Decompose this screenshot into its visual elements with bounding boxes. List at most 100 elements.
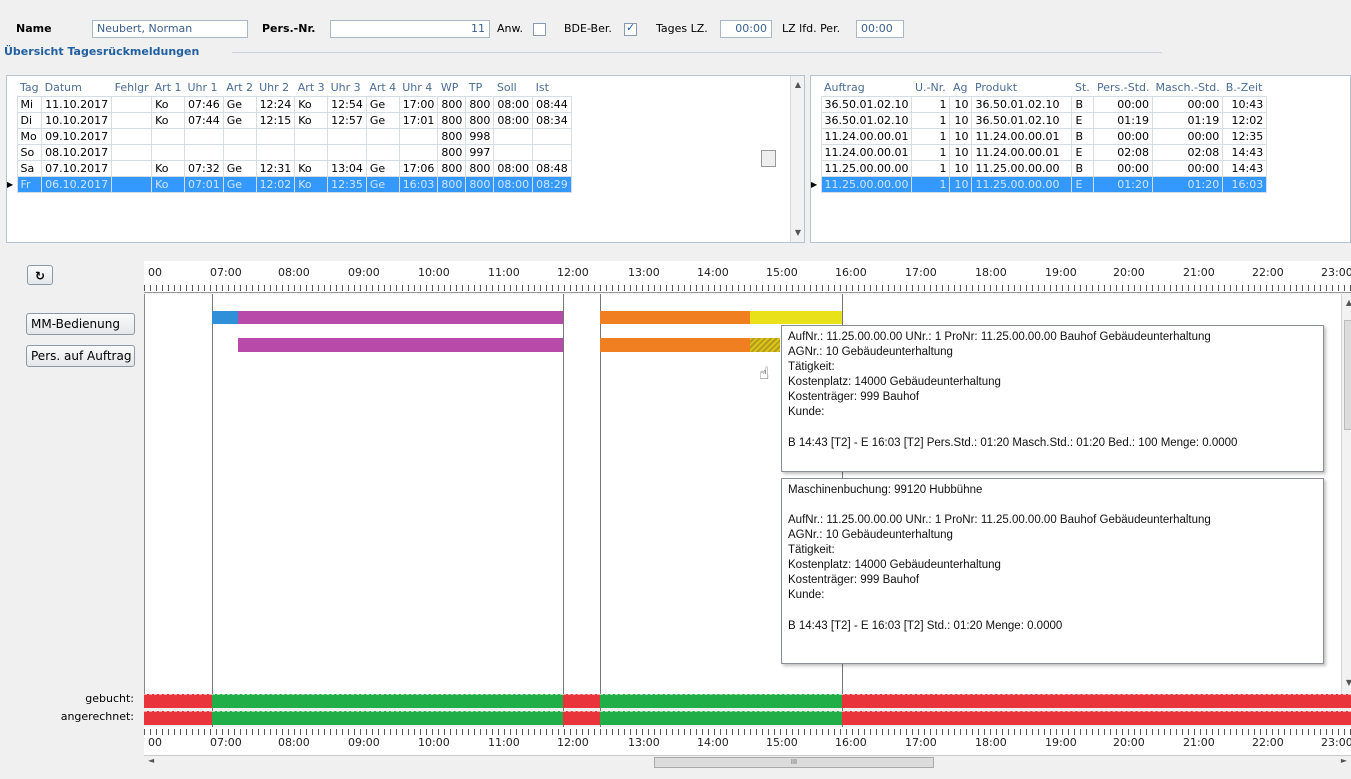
orders-header-7[interactable]: B.-Zeit: [1222, 80, 1267, 96]
days-header-2[interactable]: Fehlgr: [111, 80, 152, 96]
top-hour-label: 00: [148, 266, 162, 279]
anw-checkbox[interactable]: [533, 23, 546, 36]
orders-cell: E: [1071, 111, 1095, 129]
scroll-right-icon[interactable]: ►: [1341, 756, 1347, 765]
days-row[interactable]: Mi 11.10.2017 Ko 07:46 Ge 12:24 Ko 12:54 Ge 17:00…: [7, 95, 572, 113]
days-cell: 12:24: [255, 95, 296, 113]
orders-row[interactable]: 36.50.01.02.10 1 10 36.50.01.02.10 E 01:19 01:…: [811, 111, 1268, 129]
gantt-bar-mm-purple[interactable]: [238, 311, 563, 324]
orders-header-1[interactable]: U.-Nr.: [911, 80, 950, 96]
pers-auf-auftrag-button[interactable]: Pers. auf Auftrag: [26, 345, 135, 367]
days-table: Tag Datum Fehlgr Art 1 Uhr 1 Art 2 Uhr 2 Art 3U…: [7, 80, 572, 193]
days-cell: [111, 143, 153, 161]
angerechnet-segment: [563, 711, 600, 725]
orders-row[interactable]: 11.25.00.00.00 1 10 11.25.00.00.00 B 00:00 00:…: [811, 159, 1268, 177]
gantt-bar-pers-purple[interactable]: [238, 338, 563, 352]
refresh-button[interactable]: ↻: [27, 265, 53, 285]
days-header-11[interactable]: WP: [437, 80, 466, 96]
orders-cell: 00:00: [1151, 127, 1224, 145]
gantt-scroll-down-icon[interactable]: ▼: [1342, 676, 1351, 690]
days-cell: Ge: [365, 159, 400, 177]
days-header-0[interactable]: Tag: [17, 80, 42, 96]
hscroll-thumb[interactable]: III: [654, 757, 934, 768]
scroll-down-icon[interactable]: ▼: [791, 226, 805, 240]
tooltip1-line-3: Kostenplatz: 14000 Gebäudeunterhaltung: [788, 376, 1001, 388]
orders-header-6[interactable]: Masch.-Std.: [1152, 80, 1223, 96]
days-row[interactable]: Di 10.10.2017 Ko 07:44 Ge 12:15 Ko 12:57 Ge 17:01…: [7, 111, 572, 129]
refresh-icon: ↻: [34, 269, 46, 283]
tooltip2-line-2: Tätigkeit:: [788, 544, 835, 556]
orders-cell: 11.25.00.00.00: [820, 175, 913, 193]
bde-checkbox[interactable]: [624, 21, 637, 36]
tooltip2-line-3: Kostenplatz: 14000 Gebäudeunterhaltung: [788, 559, 1001, 571]
days-scrollbar[interactable]: ▲ ▼: [761, 76, 805, 242]
days-header-10[interactable]: Uhr 4: [399, 80, 438, 96]
bottom-hour-label: 13:00: [628, 736, 660, 749]
days-row[interactable]: So 08.10.2017 800 997: [7, 143, 572, 161]
days-header-8[interactable]: Uhr 3: [327, 80, 367, 96]
gantt-vscrollbar[interactable]: ▲ ▼: [1341, 294, 1351, 694]
days-header-3[interactable]: Art 1: [151, 80, 185, 96]
orders-header-2[interactable]: Ag: [949, 80, 972, 96]
days-cell: 997: [465, 143, 495, 161]
mm-bedienung-button[interactable]: MM-Bedienung: [26, 313, 135, 335]
orders-row[interactable]: 11.24.00.00.01 1 10 11.24.00.00.01 E 02:08 02:…: [811, 143, 1268, 161]
days-header-7[interactable]: Art 3: [294, 80, 328, 96]
days-cell: [493, 143, 534, 161]
orders-cell: 01:20: [1151, 175, 1224, 193]
tageslz-field[interactable]: 00:00: [720, 20, 772, 38]
gantt-scroll-up-icon[interactable]: ▲: [1342, 296, 1351, 310]
gantt-vscroll-thumb[interactable]: [1344, 320, 1351, 430]
row-indicator: [811, 96, 821, 112]
scroll-left-icon[interactable]: ◄: [148, 756, 154, 765]
name-field[interactable]: Neubert, Norman: [92, 20, 248, 38]
days-header-5[interactable]: Art 2: [223, 80, 257, 96]
tooltip2-line-1: AGNr.: 10 Gebäudeunterhaltung: [788, 529, 953, 541]
lzlfd-field[interactable]: 00:00: [856, 20, 904, 38]
days-cell: Ko: [294, 159, 329, 177]
gantt-bar-pers-orange[interactable]: [600, 338, 750, 352]
days-cell: 07:32: [184, 159, 224, 177]
days-header-13[interactable]: Soll: [493, 80, 533, 96]
persnr-label: Pers.-Nr.: [262, 22, 316, 35]
gebucht-segment: [144, 694, 212, 708]
days-row[interactable]: Mo 09.10.2017 800 998: [7, 127, 572, 145]
days-header-14[interactable]: Ist: [532, 80, 572, 96]
tooltip1-line-1: AGNr.: 10 Gebäudeunterhaltung: [788, 346, 953, 358]
days-header-6[interactable]: Uhr 2: [256, 80, 295, 96]
bottom-hour-label: 18:00: [975, 736, 1007, 749]
days-header-9[interactable]: Art 4: [366, 80, 400, 96]
top-hour-label: 10:00: [418, 266, 450, 279]
gantt-bar-pers-hatched[interactable]: [750, 338, 780, 352]
days-cell: [222, 127, 257, 145]
orders-cell: 36.50.01.02.10: [820, 111, 913, 129]
days-row[interactable]: ▶ Fr 06.10.2017 Ko 07:01 Ge 12:02 Ko 12:35 Ge 16:0…: [7, 175, 572, 193]
top-hour-label: 16:00: [835, 266, 867, 279]
days-header-1[interactable]: Datum: [41, 80, 112, 96]
days-cell: 10.10.2017: [41, 111, 113, 129]
days-cell: [294, 143, 329, 161]
tooltip1-line-2: Tätigkeit:: [788, 361, 835, 373]
splitter-handle[interactable]: [761, 150, 776, 167]
orders-header-0[interactable]: Auftrag: [821, 80, 912, 96]
gantt-bar-mm-blue[interactable]: [212, 311, 238, 324]
orders-row[interactable]: 36.50.01.02.10 1 10 36.50.01.02.10 B 00:00 00:…: [811, 95, 1268, 113]
orders-header-4[interactable]: St.: [1071, 80, 1094, 96]
days-header-4[interactable]: Uhr 1: [184, 80, 224, 96]
days-cell: 17:00: [398, 95, 439, 113]
bottom-hour-label: 12:00: [557, 736, 589, 749]
days-row[interactable]: Sa 07.10.2017 Ko 07:32 Ge 12:31 Ko 13:04 Ge 17:06…: [7, 159, 572, 177]
orders-cell: 11.24.00.00.01: [820, 143, 913, 161]
orders-row[interactable]: ▶ 11.25.00.00.00 1 10 11.25.00.00.00 E 01:20 01…: [811, 175, 1268, 193]
persnr-field[interactable]: 11: [330, 20, 490, 38]
gantt-hscrollbar[interactable]: ◄ III ►: [144, 755, 1351, 769]
gantt-bar-mm-orange[interactable]: [600, 311, 750, 324]
orders-header-3[interactable]: Produkt: [971, 80, 1072, 96]
bottom-hour-label: 16:00: [835, 736, 867, 749]
gantt-bar-mm-yellow[interactable]: [750, 311, 842, 324]
scroll-up-icon[interactable]: ▲: [791, 78, 805, 92]
days-header-12[interactable]: TP: [465, 80, 494, 96]
days-cell: [398, 143, 439, 161]
orders-row[interactable]: 11.24.00.00.01 1 10 11.24.00.00.01 B 00:00 00:…: [811, 127, 1268, 145]
orders-header-5[interactable]: Pers.-Std.: [1093, 80, 1153, 96]
